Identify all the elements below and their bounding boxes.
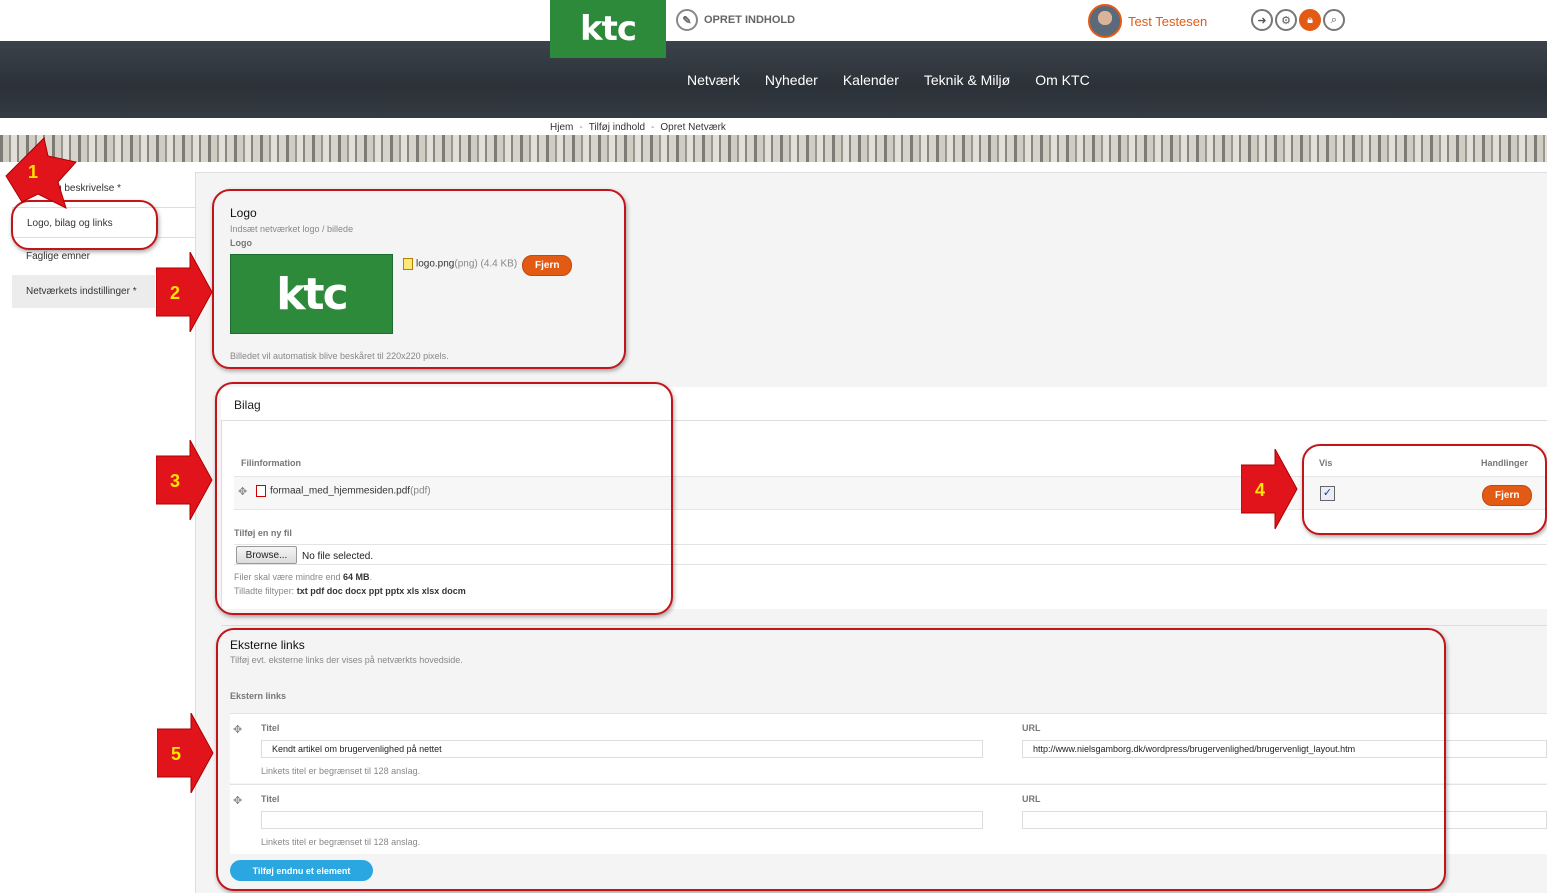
edit-icon: ✎ bbox=[676, 9, 698, 31]
main-nav: Netværk Nyheder Kalender Teknik & Miljø … bbox=[687, 72, 1090, 88]
annotation-arrow-5: 5 bbox=[157, 713, 214, 793]
breadcrumb-add[interactable]: Tilføj indhold bbox=[589, 122, 645, 133]
annotation-arrow-4: 4 bbox=[1241, 449, 1298, 529]
annotation-arrow-2: 2 bbox=[156, 252, 213, 332]
svg-text:2: 2 bbox=[170, 283, 180, 303]
tab-faglige-emner[interactable]: Faglige emner bbox=[26, 251, 90, 262]
annotation-ring-5 bbox=[216, 628, 1446, 891]
gear-icon[interactable]: ⚙ bbox=[1275, 9, 1297, 31]
annotation-ring-2 bbox=[212, 189, 626, 369]
toolbar-icons: ➜ ⚙ 🔒︎ ⌕ bbox=[1251, 9, 1345, 31]
svg-text:5: 5 bbox=[171, 744, 181, 764]
annotation-ring-3 bbox=[215, 382, 673, 615]
nav-item-teknik[interactable]: Teknik & Miljø bbox=[924, 72, 1010, 88]
svg-text:4: 4 bbox=[1255, 480, 1265, 500]
breadcrumb-home[interactable]: Hjem bbox=[550, 122, 573, 133]
svg-text:3: 3 bbox=[170, 471, 180, 491]
breadcrumb-current: Opret Netværk bbox=[660, 122, 726, 133]
wood-banner bbox=[0, 135, 1547, 162]
tab-netvaerkets-indstillinger[interactable]: Netværkets indstillinger * bbox=[12, 275, 155, 308]
nav-item-om-ktc[interactable]: Om KTC bbox=[1035, 72, 1089, 88]
annotation-arrow-1: 1 bbox=[5, 137, 77, 209]
avatar bbox=[1088, 4, 1122, 38]
annotation-arrow-3: 3 bbox=[156, 440, 213, 520]
nav-item-nyheder[interactable]: Nyheder bbox=[765, 72, 818, 88]
annotation-ring-4 bbox=[1302, 444, 1547, 535]
pin-icon[interactable]: ➜ bbox=[1251, 9, 1273, 31]
breadcrumb: Hjem - Tilføj indhold - Opret Netværk bbox=[550, 122, 726, 133]
nav-item-kalender[interactable]: Kalender bbox=[843, 72, 899, 88]
nav-item-netvaerk[interactable]: Netværk bbox=[687, 72, 740, 88]
site-logo[interactable]: ktc bbox=[550, 0, 666, 58]
user-menu[interactable]: Test Testesen bbox=[1088, 4, 1207, 38]
search-icon[interactable]: ⌕ bbox=[1323, 9, 1345, 31]
svg-text:1: 1 bbox=[28, 162, 38, 182]
user-name: Test Testesen bbox=[1128, 13, 1208, 29]
lock-icon[interactable]: 🔒︎ bbox=[1299, 9, 1321, 31]
create-content-link[interactable]: ✎ OPRET INDHOLD bbox=[676, 9, 795, 31]
